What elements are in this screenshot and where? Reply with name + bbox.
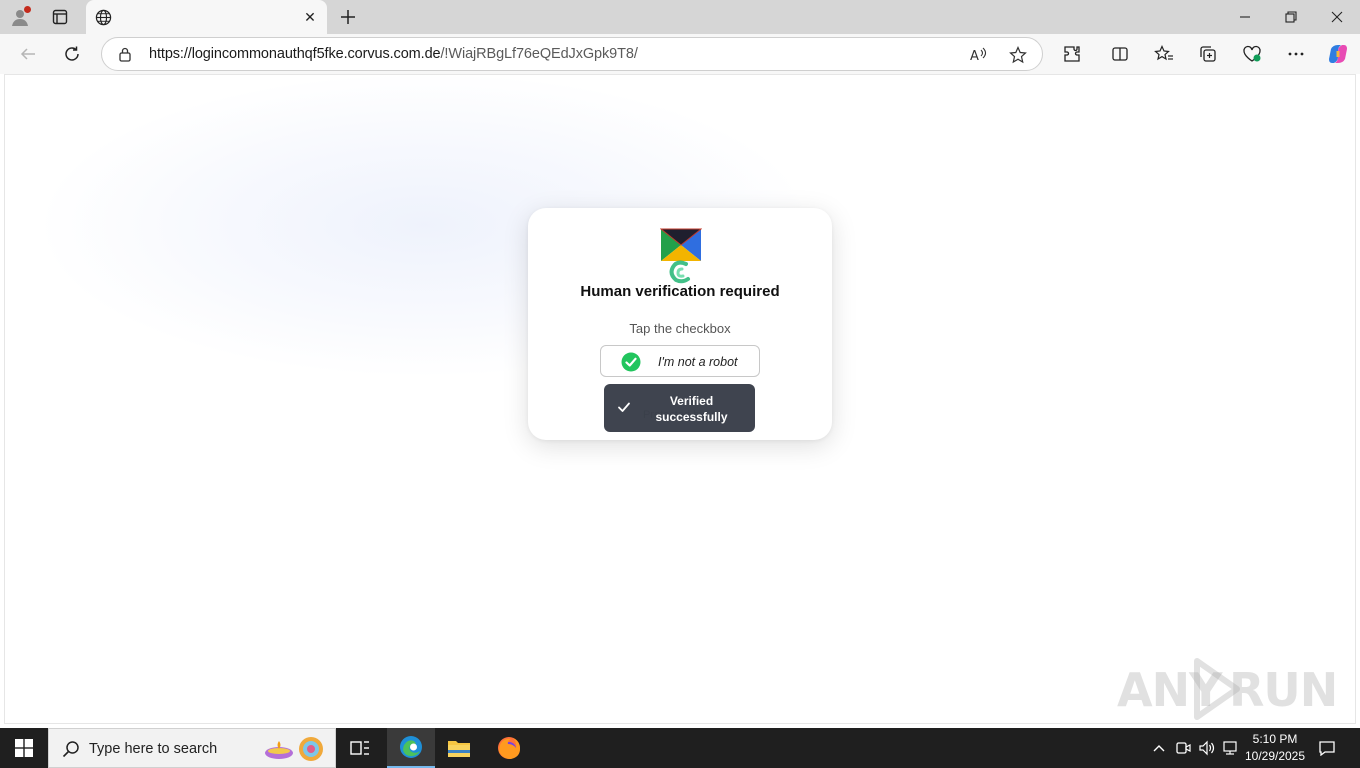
search-icon — [62, 741, 79, 758]
firefox-icon — [498, 737, 520, 759]
extensions-icon[interactable] — [1058, 40, 1086, 68]
toast-message: Verified successfully — [644, 393, 739, 425]
folder-icon — [448, 741, 470, 757]
search-placeholder: Type here to search — [89, 741, 218, 757]
checkmark-circle-icon — [621, 352, 641, 372]
read-aloud-icon[interactable]: A — [966, 42, 992, 68]
restore-button[interactable] — [1268, 0, 1314, 34]
page-title: Human verification required — [580, 283, 780, 300]
page-subtitle: Tap the checkbox — [629, 321, 731, 336]
taskbar-edge[interactable] — [387, 728, 435, 768]
url-host: https://logincommonauthqf5fke.corvus.com… — [149, 46, 441, 62]
url-path: /!WiajRBgLf76eQEdJxGpk9T8/ — [440, 46, 638, 62]
verification-card: Human verification required Tap the chec… — [528, 208, 832, 440]
collections-icon[interactable] — [1194, 40, 1222, 68]
taskbar-clock[interactable]: 5:10 PM 10/29/2025 — [1242, 731, 1308, 765]
notification-center-icon[interactable] — [1314, 736, 1340, 760]
taskbar-file-explorer[interactable] — [435, 728, 483, 768]
search-highlight-diwali-icon — [265, 737, 323, 761]
clock-time: 5:10 PM — [1252, 732, 1298, 746]
clock-date: 10/29/2025 — [1244, 749, 1306, 763]
checkbox-label: I'm not a robot — [658, 355, 738, 369]
more-menu-icon[interactable] — [1282, 40, 1310, 68]
task-view-button[interactable] — [336, 728, 384, 768]
tray-meet-now-icon[interactable] — [1172, 738, 1194, 758]
captcha-checkbox[interactable]: I'm not a robot — [600, 345, 760, 377]
toast-line-1: Verified — [669, 394, 714, 408]
watermark-text-right: RUN — [1229, 663, 1338, 717]
profile-avatar-icon[interactable] — [8, 5, 32, 29]
globe-icon — [94, 8, 112, 26]
favorite-star-icon[interactable] — [1005, 42, 1031, 68]
close-window-button[interactable] — [1314, 0, 1360, 34]
minimize-button[interactable] — [1222, 0, 1268, 34]
browser-toolbar: https://logincommonauthqf5fke.corvus.com… — [0, 34, 1360, 74]
start-button[interactable] — [0, 728, 48, 768]
taskbar-firefox[interactable] — [485, 728, 533, 768]
task-view-icon — [350, 741, 369, 755]
tray-volume-icon[interactable] — [1196, 738, 1218, 758]
envelope-logo-icon — [660, 228, 702, 261]
lock-icon[interactable] — [117, 46, 133, 62]
windows-taskbar: Type here to search 5:10 PM 10/29/2025 — [0, 728, 1360, 768]
copilot-icon[interactable] — [1324, 40, 1352, 68]
url-text[interactable]: https://logincommonauthqf5fke.corvus.com… — [149, 46, 638, 62]
edge-icon — [400, 736, 422, 758]
anyrun-watermark: ANY RUN — [1117, 657, 1338, 721]
tray-network-icon[interactable] — [1220, 738, 1242, 758]
tab-close-icon[interactable]: ✕ — [301, 8, 319, 26]
taskbar-search-box[interactable]: Type here to search — [48, 728, 336, 768]
tab-bar: ✕ — [0, 0, 1360, 34]
back-button[interactable] — [14, 40, 42, 68]
favorites-icon[interactable] — [1150, 40, 1178, 68]
address-bar[interactable]: https://logincommonauthqf5fke.corvus.com… — [101, 37, 1043, 71]
new-tab-button[interactable] — [336, 5, 360, 29]
browser-tab[interactable]: ✕ — [86, 0, 327, 34]
windows-logo-icon — [15, 739, 33, 757]
web-viewport: Human verification required Tap the chec… — [4, 74, 1356, 724]
tray-chevron-up-icon[interactable] — [1148, 738, 1170, 758]
verified-toast: Verified successfully — [604, 384, 755, 432]
toast-check-icon — [618, 402, 630, 412]
split-screen-icon[interactable] — [1106, 40, 1134, 68]
toast-line-2: successfully — [655, 410, 728, 424]
profile-notification-dot — [24, 6, 31, 13]
tab-actions-icon[interactable] — [46, 5, 74, 29]
refresh-button[interactable] — [58, 40, 86, 68]
svg-text:A: A — [970, 49, 979, 64]
browser-essentials-icon[interactable] — [1238, 40, 1266, 68]
